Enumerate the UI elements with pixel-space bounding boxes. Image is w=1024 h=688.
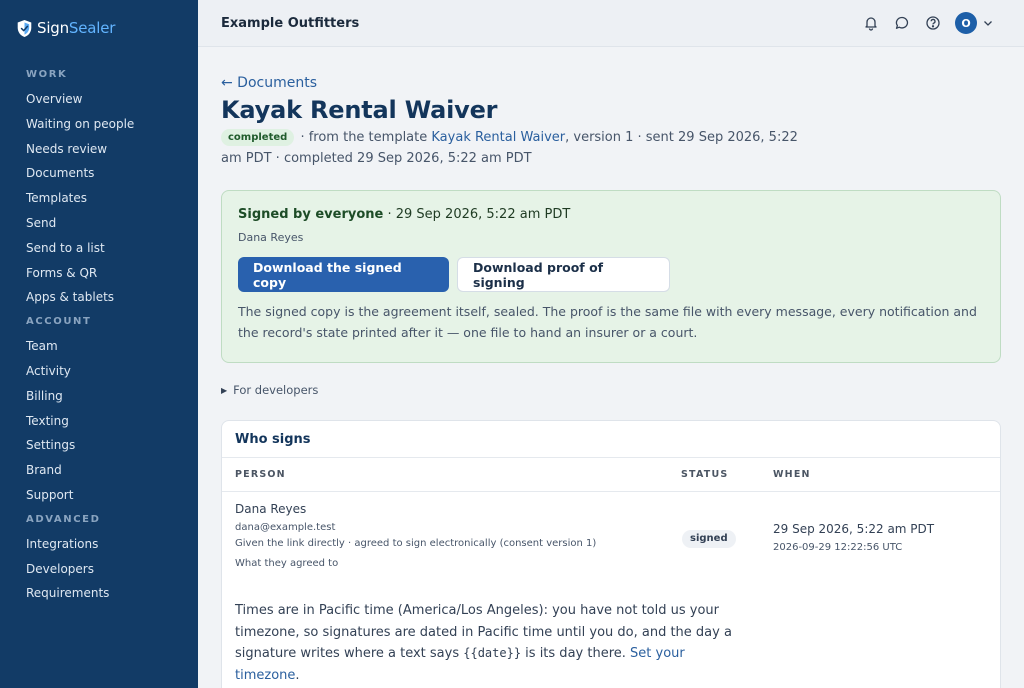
sidebar-item-apps-tablets[interactable]: Apps & tablets	[0, 285, 198, 310]
download-proof-button[interactable]: Download proof of signing	[457, 257, 670, 292]
chevron-down-icon[interactable]	[982, 17, 994, 29]
column-header-when: WHEN	[773, 469, 811, 480]
sidebar-item-integrations[interactable]: Integrations	[0, 532, 198, 557]
sidebar-item-billing[interactable]: Billing	[0, 384, 198, 409]
sidebar-item-settings[interactable]: Settings	[0, 433, 198, 458]
nav-section-work: WORK	[26, 69, 68, 80]
table-row: Dana Reyes dana@example.test Given the l…	[222, 492, 1000, 683]
document-meta: completed · from the template Kayak Rent…	[221, 129, 798, 166]
timezone-note: Times are in Pacific time (America/Los A…	[235, 603, 732, 683]
sidebar-item-forms-qr[interactable]: Forms & QR	[0, 261, 198, 286]
page-title: Kayak Rental Waiver	[221, 96, 498, 124]
sidebar-item-texting[interactable]: Texting	[0, 409, 198, 434]
sidebar-item-team[interactable]: Team	[0, 334, 198, 359]
signer-status-badge: signed	[682, 530, 736, 548]
who-signs-title: Who signs	[222, 421, 1000, 458]
nav-section-account: ACCOUNT	[26, 316, 92, 328]
who-signs-card: Who signs PERSON STATUS WHEN Dana Reyes …	[221, 420, 1001, 688]
sidebar-item-activity[interactable]: Activity	[0, 359, 198, 384]
sidebar-item-requirements[interactable]: Requirements	[0, 581, 198, 606]
download-signed-copy-button[interactable]: Download the signed copy	[238, 257, 449, 292]
chat-icon[interactable]	[893, 14, 911, 32]
nav-section-advanced: ADVANCED	[26, 513, 101, 525]
sidebar-item-needs-review[interactable]: Needs review	[0, 137, 198, 162]
sidebar-item-brand[interactable]: Brand	[0, 458, 198, 483]
brand-name: SignSealer	[37, 19, 116, 37]
sidebar-item-templates[interactable]: Templates	[0, 186, 198, 211]
sidebar-item-overview[interactable]: Overview	[0, 87, 198, 112]
signed-by-name: Dana Reyes	[238, 231, 304, 244]
org-name: Example Outfitters	[221, 15, 360, 31]
signer-when-cell: 29 Sep 2026, 5:22 am PDT 2026-09-29 12:2…	[773, 522, 934, 553]
for-developers-toggle[interactable]: ▶ For developers	[221, 383, 318, 397]
sidebar-item-waiting[interactable]: Waiting on people	[0, 112, 198, 137]
signed-time-utc: 2026-09-29 12:22:56 UTC	[773, 542, 903, 553]
signer-name: Dana Reyes	[235, 502, 307, 516]
sidebar-item-documents[interactable]: Documents	[0, 161, 198, 186]
column-header-person: PERSON	[235, 469, 286, 480]
status-badge: completed	[221, 129, 295, 146]
signer-consent: Given the link directly · agreed to sign…	[235, 538, 597, 549]
triangle-right-icon: ▶	[221, 385, 228, 395]
sidebar-item-developers[interactable]: Developers	[0, 557, 198, 582]
sidebar-item-send-to-list[interactable]: Send to a list	[0, 236, 198, 261]
back-to-documents-link[interactable]: ← Documents	[221, 75, 317, 91]
topbar: Example Outfitters O	[198, 0, 1024, 47]
signer-email: dana@example.test	[235, 522, 336, 533]
table-header: PERSON STATUS WHEN	[222, 458, 1000, 492]
sidebar: SignSealer WORK Overview Waiting on peop…	[0, 0, 198, 688]
signed-time-local: 29 Sep 2026, 5:22 am PDT	[773, 522, 935, 536]
signed-heading: Signed by everyone · 29 Sep 2026, 5:22 a…	[238, 207, 571, 222]
help-icon[interactable]	[924, 14, 942, 32]
what-they-agreed-to-link[interactable]: What they agreed to	[235, 558, 596, 569]
signed-note: The signed copy is the agreement itself,…	[238, 304, 977, 340]
sidebar-item-send[interactable]: Send	[0, 211, 198, 236]
bell-icon[interactable]	[862, 14, 880, 32]
brand-logo[interactable]: SignSealer	[0, 0, 198, 56]
template-link[interactable]: Kayak Rental Waiver	[431, 130, 565, 145]
avatar[interactable]: O	[955, 12, 977, 34]
shield-icon	[17, 19, 32, 37]
sidebar-item-support[interactable]: Support	[0, 483, 198, 508]
column-header-status: STATUS	[681, 469, 729, 480]
signer-person-cell: Dana Reyes dana@example.test Given the l…	[235, 502, 596, 569]
signed-summary-card: Signed by everyone · 29 Sep 2026, 5:22 a…	[221, 190, 1001, 363]
